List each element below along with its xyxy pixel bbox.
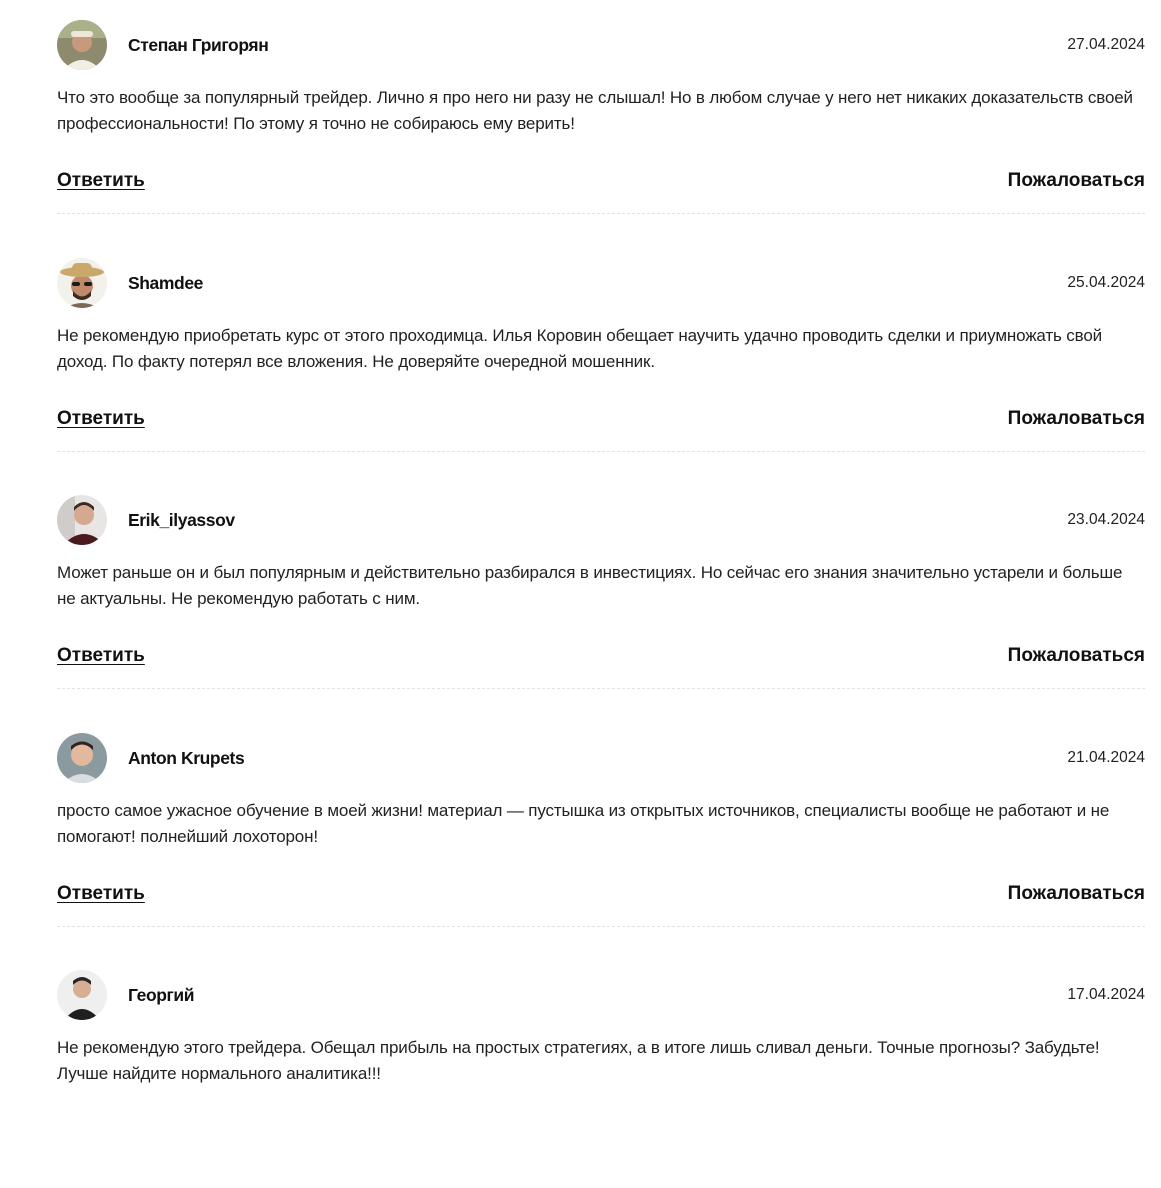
comment-date: 23.04.2024 — [1067, 511, 1145, 528]
comment-author: Степан Григорян — [128, 35, 269, 55]
report-link[interactable]: Пожаловаться — [1008, 645, 1145, 667]
user-avatar-icon[interactable] — [57, 20, 107, 70]
comment-text: Может раньше он и был популярным и дейст… — [57, 563, 1123, 608]
comment-item: Степан Григорян 27.04.2024 Что это вообщ… — [57, 0, 1145, 238]
comment-actions: Ответить Пожаловаться — [57, 883, 1145, 909]
report-link[interactable]: Пожаловаться — [1008, 170, 1145, 192]
comment-author: Shamdee — [128, 272, 204, 293]
comment-item: Shamdee 25.04.2024 Не рекомендую приобре… — [57, 238, 1145, 476]
reply-link[interactable]: Ответить — [57, 170, 145, 192]
comment-actions: Ответить Пожаловаться — [57, 645, 1145, 671]
comment-text: Что это вообще за популярный трейдер. Ли… — [57, 88, 1133, 133]
comment-header: Степан Григорян 27.04.2024 — [57, 20, 1145, 71]
comment-header: Erik_ilyassov 23.04.2024 — [57, 495, 1145, 546]
comment-author: Erik_ilyassov — [128, 510, 235, 530]
comment-item: Anton Krupets 21.04.2024 просто самое уж… — [57, 713, 1145, 951]
user-avatar-icon[interactable] — [57, 495, 107, 545]
user-avatar-icon[interactable] — [57, 732, 107, 783]
comment-author: Георгий — [128, 985, 195, 1005]
comment-text: Не рекомендую этого трейдера. Обещал при… — [57, 1038, 1100, 1083]
comments-list: Степан Григорян 27.04.2024 Что это вообщ… — [57, 0, 1145, 1188]
comment-date: 25.04.2024 — [1067, 273, 1145, 291]
comment-date: 27.04.2024 — [1067, 36, 1145, 53]
comment-author: Anton Krupets — [128, 747, 245, 768]
comment-header: Георгий 17.04.2024 — [57, 970, 1145, 1021]
comment-item: Георгий 17.04.2024 Не рекомендую этого т… — [57, 950, 1145, 1188]
comment-header: Anton Krupets 21.04.2024 — [57, 732, 1145, 784]
comment-actions: Ответить Пожаловаться — [57, 408, 1145, 434]
report-link[interactable]: Пожаловаться — [1008, 883, 1145, 905]
comment-text: просто самое ужасное обучение в моей жиз… — [57, 800, 1110, 846]
user-avatar-icon[interactable] — [57, 257, 107, 308]
reply-link[interactable]: Ответить — [57, 408, 145, 430]
user-avatar-icon[interactable] — [57, 970, 107, 1020]
reply-link[interactable]: Ответить — [57, 883, 145, 905]
reply-link[interactable]: Ответить — [57, 645, 145, 667]
comment-date: 21.04.2024 — [1067, 748, 1145, 766]
comment-actions: Ответить Пожаловаться — [57, 170, 1145, 196]
comment-date: 17.04.2024 — [1067, 986, 1145, 1003]
comment-item: Erik_ilyassov 23.04.2024 Может раньше он… — [57, 475, 1145, 713]
comment-text: Не рекомендую приобретать курс от этого … — [57, 325, 1102, 371]
comment-header: Shamdee 25.04.2024 — [57, 257, 1145, 309]
report-link[interactable]: Пожаловаться — [1008, 408, 1145, 430]
